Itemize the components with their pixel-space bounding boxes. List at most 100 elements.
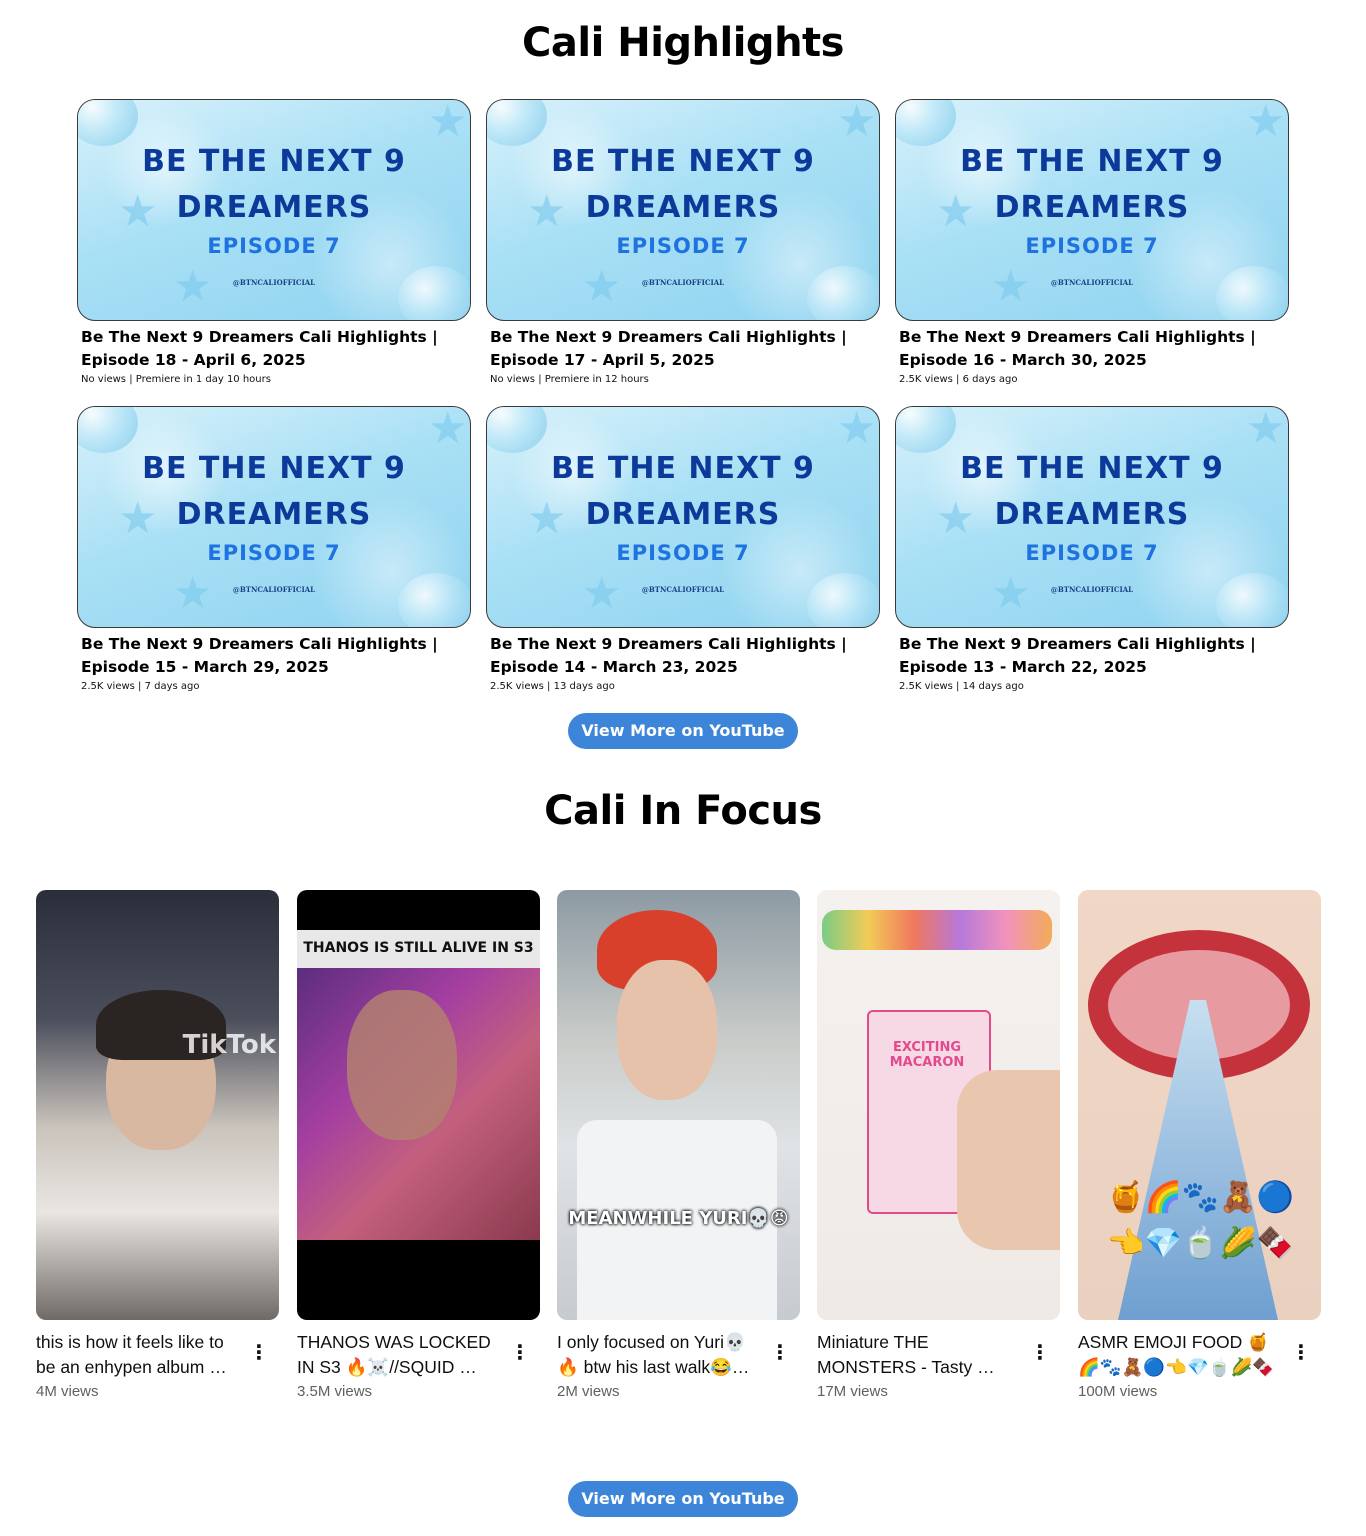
thumb-title-line2: DREAMERS (994, 190, 1190, 225)
thumb-episode: EPISODE 7 (616, 234, 750, 258)
video-meta: 2.5K views | 6 days ago (899, 374, 1018, 385)
star-icon: ★ (991, 261, 1031, 312)
video-meta: 2.5K views | 14 days ago (899, 681, 1024, 692)
thumb-title-line2: DREAMERS (176, 497, 372, 532)
video-thumbnail[interactable]: ★ ★ ★ BE THE NEXT 9 DREAMERS EPISODE 7 @… (486, 406, 880, 628)
video-title[interactable]: Be The Next 9 Dreamers Cali Highlights |… (490, 633, 880, 679)
short-video-card[interactable]: TikTok this is how it feels like to be a… (36, 890, 279, 1400)
thumb-handle: @BTNCALIOFFICIAL (232, 585, 316, 594)
video-title[interactable]: Be The Next 9 Dreamers Cali Highlights |… (899, 326, 1289, 372)
star-icon: ★ (837, 99, 877, 147)
short-views: 17M views (817, 1383, 888, 1400)
thumb-title-line1: BE THE NEXT 9 (960, 144, 1224, 179)
short-thumbnail[interactable]: MEANWHILE YURI💀😡 (557, 890, 800, 1320)
thumb-title-line1: BE THE NEXT 9 (142, 144, 406, 179)
more-options-icon[interactable]: ⋮ (249, 1340, 269, 1364)
short-video-card[interactable]: MEANWHILE YURI💀😡 I only focused on Yuri💀… (557, 890, 800, 1400)
highlight-video-card[interactable]: ★ ★ ★ BE THE NEXT 9 DREAMERS EPISODE 7 @… (895, 99, 1289, 388)
highlight-video-card[interactable]: ★ ★ ★ BE THE NEXT 9 DREAMERS EPISODE 7 @… (77, 406, 471, 695)
video-thumbnail[interactable]: ★ ★ ★ BE THE NEXT 9 DREAMERS EPISODE 7 @… (895, 406, 1289, 628)
view-more-youtube-button[interactable]: View More on YouTube (568, 1481, 798, 1517)
short-title[interactable]: Miniature THE MONSTERS - Tasty … (817, 1330, 1022, 1380)
hand-shape (957, 1070, 1060, 1250)
short-views: 2M views (557, 1383, 620, 1400)
video-thumbnail[interactable]: ★ ★ ★ BE THE NEXT 9 DREAMERS EPISODE 7 @… (77, 406, 471, 628)
highlight-video-card[interactable]: ★ ★ ★ BE THE NEXT 9 DREAMERS EPISODE 7 @… (77, 99, 471, 388)
highlight-video-card[interactable]: ★ ★ ★ BE THE NEXT 9 DREAMERS EPISODE 7 @… (486, 99, 880, 388)
star-icon: ★ (173, 568, 213, 619)
video-title[interactable]: Be The Next 9 Dreamers Cali Highlights |… (81, 326, 471, 372)
short-title[interactable]: I only focused on Yuri💀🔥 btw his last wa… (557, 1330, 762, 1380)
more-options-icon[interactable]: ⋮ (1291, 1340, 1311, 1364)
video-thumbnail[interactable]: ★ ★ ★ BE THE NEXT 9 DREAMERS EPISODE 7 @… (77, 99, 471, 321)
thumb-title-line1: BE THE NEXT 9 (551, 144, 815, 179)
video-title[interactable]: Be The Next 9 Dreamers Cali Highlights |… (81, 633, 471, 679)
star-icon: ★ (428, 406, 468, 454)
video-meta: No views | Premiere in 12 hours (490, 374, 649, 385)
tiktok-overlay: TikTok (182, 1030, 276, 1060)
video-meta: No views | Premiere in 1 day 10 hours (81, 374, 271, 385)
star-icon: ★ (173, 261, 213, 312)
bubble-decoration (807, 573, 879, 627)
more-options-icon[interactable]: ⋮ (510, 1340, 530, 1364)
star-icon: ★ (582, 261, 622, 312)
short-thumbnail[interactable]: THANOS IS STILL ALIVE IN S3 (297, 890, 540, 1320)
emoji-overlay: 🍯🌈🐾🧸🔵 👈💎🍵🌽🍫 (1107, 1180, 1294, 1261)
bubble-decoration (78, 100, 138, 146)
short-thumbnail[interactable]: 🍯🌈🐾🧸🔵 👈💎🍵🌽🍫 (1078, 890, 1321, 1320)
thumb-title-line2: DREAMERS (585, 497, 781, 532)
thumb-handle: @BTNCALIOFFICIAL (1050, 278, 1134, 287)
bubble-decoration (896, 407, 956, 453)
thumb-title-line2: DREAMERS (994, 497, 1190, 532)
star-icon: ★ (428, 99, 468, 147)
focus-title: Cali In Focus (544, 788, 822, 834)
bubble-decoration (487, 100, 547, 146)
bubble-decoration (398, 266, 470, 320)
more-options-icon[interactable]: ⋮ (770, 1340, 790, 1364)
star-icon: ★ (1246, 99, 1286, 147)
short-video-card[interactable]: EXCITING MACARON Miniature THE MONSTERS … (817, 890, 1060, 1400)
video-meta: 2.5K views | 7 days ago (81, 681, 200, 692)
thumb-title-line1: BE THE NEXT 9 (551, 451, 815, 486)
thumb-title-line1: BE THE NEXT 9 (142, 451, 406, 486)
highlight-video-card[interactable]: ★ ★ ★ BE THE NEXT 9 DREAMERS EPISODE 7 @… (895, 406, 1289, 695)
highlight-video-card[interactable]: ★ ★ ★ BE THE NEXT 9 DREAMERS EPISODE 7 @… (486, 406, 880, 695)
bubble-decoration (1216, 266, 1288, 320)
thumb-episode: EPISODE 7 (1025, 541, 1159, 565)
caption-overlay: THANOS IS STILL ALIVE IN S3 (303, 940, 534, 956)
thumb-handle: @BTNCALIOFFICIAL (232, 278, 316, 287)
video-thumbnail[interactable]: ★ ★ ★ BE THE NEXT 9 DREAMERS EPISODE 7 @… (486, 99, 880, 321)
short-views: 4M views (36, 1383, 99, 1400)
caption-overlay: MEANWHILE YURI💀😡 (568, 1208, 789, 1229)
star-icon: ★ (837, 406, 877, 454)
video-title[interactable]: Be The Next 9 Dreamers Cali Highlights |… (899, 633, 1289, 679)
thumb-handle: @BTNCALIOFFICIAL (641, 278, 725, 287)
short-thumbnail[interactable]: TikTok (36, 890, 279, 1320)
thumb-handle: @BTNCALIOFFICIAL (641, 585, 725, 594)
figure-row (822, 910, 1052, 950)
more-options-icon[interactable]: ⋮ (1030, 1340, 1050, 1364)
thumb-title-line2: DREAMERS (176, 190, 372, 225)
short-video-card[interactable]: 🍯🌈🐾🧸🔵 👈💎🍵🌽🍫 ASMR EMOJI FOOD 🍯🌈🐾🧸🔵👈💎🍵🌽🍫 이… (1078, 890, 1321, 1400)
thumb-episode: EPISODE 7 (207, 234, 341, 258)
thumb-title-line2: DREAMERS (585, 190, 781, 225)
star-icon: ★ (582, 568, 622, 619)
bubble-decoration (398, 573, 470, 627)
thumb-handle: @BTNCALIOFFICIAL (1050, 585, 1134, 594)
video-thumbnail[interactable]: ★ ★ ★ BE THE NEXT 9 DREAMERS EPISODE 7 @… (895, 99, 1289, 321)
short-title[interactable]: this is how it feels like to be an enhyp… (36, 1330, 241, 1380)
short-video-card[interactable]: THANOS IS STILL ALIVE IN S3 THANOS WAS L… (297, 890, 540, 1400)
short-views: 100M views (1078, 1383, 1158, 1400)
person-figure (347, 990, 457, 1140)
bubble-decoration (78, 407, 138, 453)
short-title[interactable]: THANOS WAS LOCKED IN S3 🔥☠️//SQUID … (297, 1330, 502, 1380)
bubble-decoration (807, 266, 879, 320)
bubble-decoration (1216, 573, 1288, 627)
short-thumbnail[interactable]: EXCITING MACARON (817, 890, 1060, 1320)
thumb-title-line1: BE THE NEXT 9 (960, 451, 1224, 486)
video-title[interactable]: Be The Next 9 Dreamers Cali Highlights |… (490, 326, 880, 372)
view-more-youtube-button[interactable]: View More on YouTube (568, 713, 798, 749)
star-icon: ★ (991, 568, 1031, 619)
short-title[interactable]: ASMR EMOJI FOOD 🍯🌈🐾🧸🔵👈💎🍵🌽🍫 이모… (1078, 1330, 1283, 1380)
short-views: 3.5M views (297, 1383, 373, 1400)
